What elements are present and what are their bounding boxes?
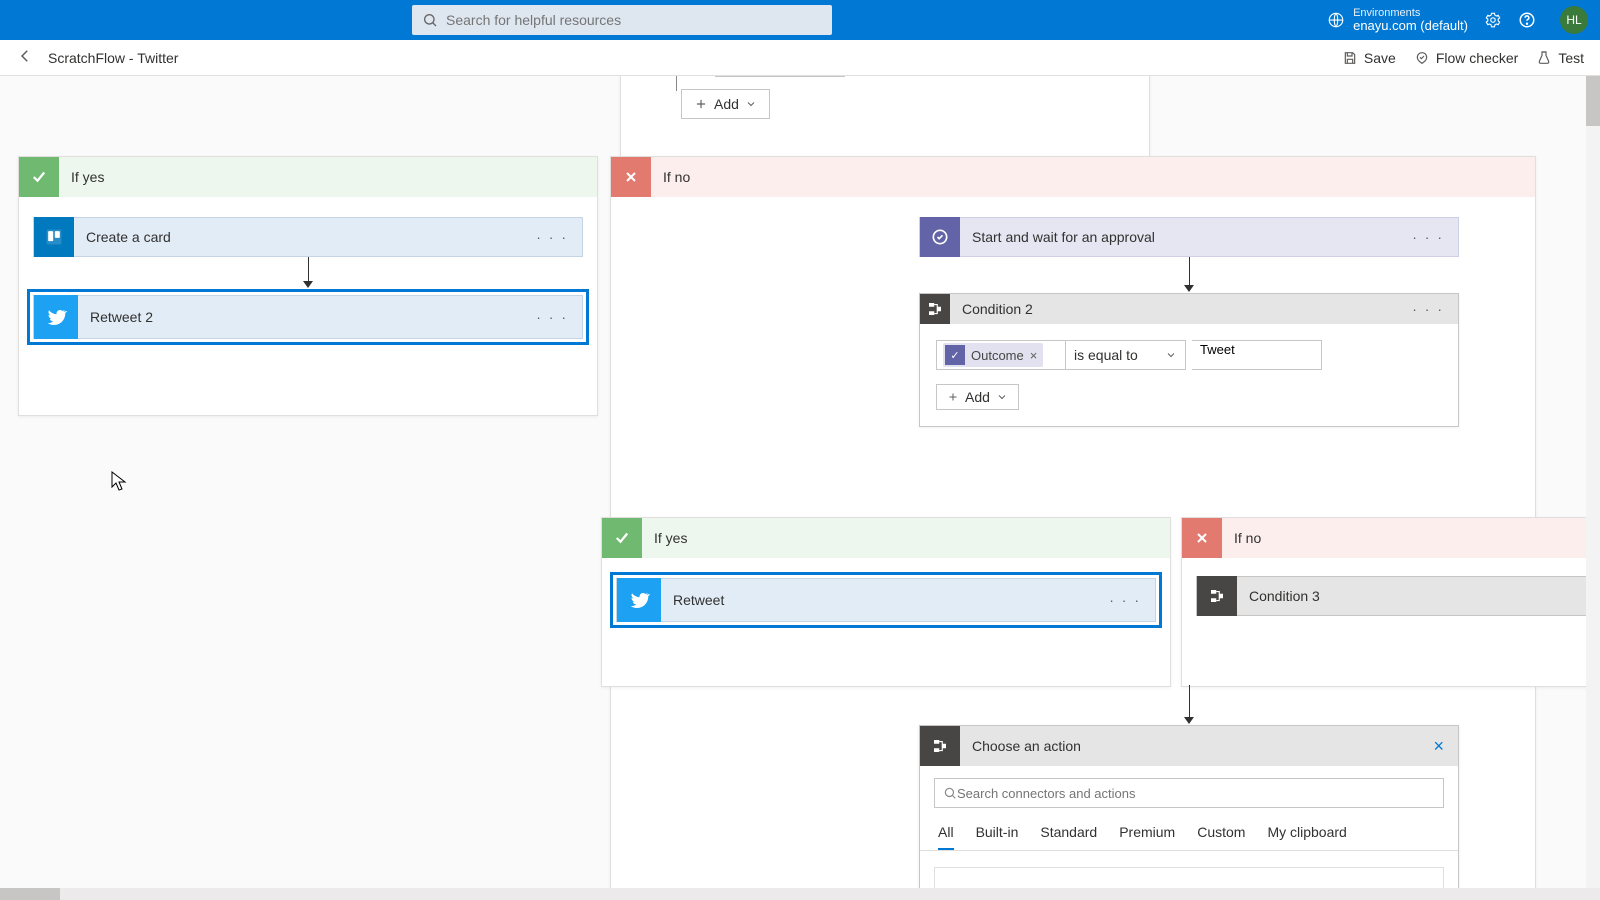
chevron-down-icon xyxy=(745,98,757,110)
settings-icon[interactable] xyxy=(1484,11,1502,29)
sub-if-no-branch: If no Condition 3 xyxy=(1181,517,1600,687)
tab-all[interactable]: All xyxy=(938,816,954,850)
condition-value-input[interactable] xyxy=(1200,342,1313,357)
condition-icon xyxy=(920,294,950,324)
global-search-input[interactable] xyxy=(446,12,822,28)
operator-label: is equal to xyxy=(1074,347,1138,363)
close-panel-button[interactable]: × xyxy=(1419,736,1458,757)
choose-action-search-input[interactable] xyxy=(957,786,1435,801)
choose-action-tabs: All Built-in Standard Premium Custom My … xyxy=(920,816,1458,851)
back-button[interactable] xyxy=(16,47,34,68)
action-condition3[interactable]: Condition 3 xyxy=(1196,576,1596,616)
add-condition-row[interactable]: Add xyxy=(936,384,1019,410)
vertical-scrollbar[interactable] xyxy=(1586,76,1600,896)
if-yes-label: If yes xyxy=(59,169,104,185)
twitter-icon xyxy=(617,578,661,622)
environment-picker[interactable]: Environments enayu.com (default) xyxy=(1327,7,1468,33)
horizontal-scrollbar[interactable] xyxy=(0,888,1600,900)
action-retweet2-label: Retweet 2 xyxy=(78,309,522,325)
environment-value: enayu.com (default) xyxy=(1353,19,1468,33)
environment-label: Environments xyxy=(1353,7,1468,19)
tab-builtin[interactable]: Built-in xyxy=(976,816,1019,850)
add-condition-button[interactable]: Add xyxy=(681,89,770,119)
global-search[interactable] xyxy=(412,5,832,35)
condition2-title: Condition 2 xyxy=(950,301,1398,317)
action-menu[interactable]: · · · xyxy=(1095,592,1155,608)
sub-if-yes-branch: If yes Retweet · · · xyxy=(601,517,1171,687)
condition3-label: Condition 3 xyxy=(1237,588,1595,604)
user-avatar[interactable]: HL xyxy=(1560,6,1588,34)
choose-action-search[interactable] xyxy=(934,778,1444,808)
tab-clipboard[interactable]: My clipboard xyxy=(1267,816,1346,850)
flow-checker-button[interactable]: Flow checker xyxy=(1414,50,1518,66)
approval-token-icon: ✓ xyxy=(945,345,965,365)
save-label: Save xyxy=(1364,50,1396,66)
action-menu[interactable]: · · · xyxy=(522,309,582,325)
token-label: Outcome xyxy=(971,348,1024,363)
tab-custom[interactable]: Custom xyxy=(1197,816,1245,850)
flow-checker-label: Flow checker xyxy=(1436,50,1518,66)
action-create-card[interactable]: Create a card · · · xyxy=(33,217,583,257)
environment-icon xyxy=(1327,11,1345,29)
condition-icon xyxy=(1197,576,1237,616)
choose-action-title: Choose an action xyxy=(960,738,1419,754)
sub-if-yes-header[interactable]: If yes xyxy=(602,518,1170,558)
close-icon xyxy=(611,157,651,197)
test-button[interactable]: Test xyxy=(1536,50,1584,66)
sub-if-no-label: If no xyxy=(1222,530,1261,546)
tab-premium[interactable]: Premium xyxy=(1119,816,1175,850)
twitter-icon xyxy=(34,295,78,339)
action-retweet2-selected[interactable]: Retweet 2 · · · xyxy=(27,289,589,345)
add-label: Add xyxy=(965,389,990,405)
close-icon xyxy=(1182,518,1222,558)
search-icon xyxy=(422,12,438,28)
token-remove[interactable]: × xyxy=(1030,348,1038,363)
add-label: Add xyxy=(714,96,739,112)
condition-token-field[interactable]: ✓ Outcome × xyxy=(936,340,1066,370)
if-no-header[interactable]: If no xyxy=(611,157,1535,197)
search-icon xyxy=(943,786,957,800)
save-button[interactable]: Save xyxy=(1342,50,1396,66)
action-approval[interactable]: Start and wait for an approval · · · xyxy=(919,217,1459,257)
chevron-down-icon xyxy=(996,391,1008,403)
editor-toolbar: ScratchFlow - Twitter Save Flow checker … xyxy=(0,40,1600,76)
if-yes-header[interactable]: If yes xyxy=(19,157,597,197)
if-yes-branch: If yes Create a card · · · Retweet 2 · ·… xyxy=(18,156,598,416)
action-create-card-label: Create a card xyxy=(74,229,522,245)
check-icon xyxy=(19,157,59,197)
test-label: Test xyxy=(1558,50,1584,66)
flow-canvas[interactable]: Add If yes Create a card · · · xyxy=(0,76,1600,900)
flow-title: ScratchFlow - Twitter xyxy=(48,50,178,66)
choose-action-panel: Choose an action × All Built-in Standard… xyxy=(919,725,1459,900)
action-approval-label: Start and wait for an approval xyxy=(960,229,1398,245)
topbar: Environments enayu.com (default) HL xyxy=(0,0,1600,40)
check-icon xyxy=(602,518,642,558)
mouse-cursor xyxy=(111,471,127,491)
help-icon[interactable] xyxy=(1518,11,1536,29)
if-no-label: If no xyxy=(651,169,690,185)
chevron-down-icon xyxy=(1165,349,1177,361)
partial-input-box xyxy=(715,76,845,77)
sub-if-no-header[interactable]: If no xyxy=(1182,518,1600,558)
trello-icon xyxy=(34,217,74,257)
action-retweet-label: Retweet xyxy=(661,592,1095,608)
action-menu[interactable]: · · · xyxy=(1398,229,1458,245)
if-no-branch: If no Start and wait for an approval · ·… xyxy=(610,156,1536,896)
condition-icon xyxy=(920,726,960,766)
tab-standard[interactable]: Standard xyxy=(1040,816,1097,850)
sub-if-yes-label: If yes xyxy=(642,530,687,546)
condition-operator-dropdown[interactable]: is equal to xyxy=(1066,340,1186,370)
action-menu[interactable]: · · · xyxy=(1398,301,1458,317)
condition2-card[interactable]: Condition 2 · · · ✓ Outcome × is equal t… xyxy=(919,293,1459,427)
approval-icon xyxy=(920,217,960,257)
condition-value-field[interactable] xyxy=(1192,340,1322,370)
action-retweet-selected[interactable]: Retweet · · · xyxy=(610,572,1162,628)
action-menu[interactable]: · · · xyxy=(522,229,582,245)
